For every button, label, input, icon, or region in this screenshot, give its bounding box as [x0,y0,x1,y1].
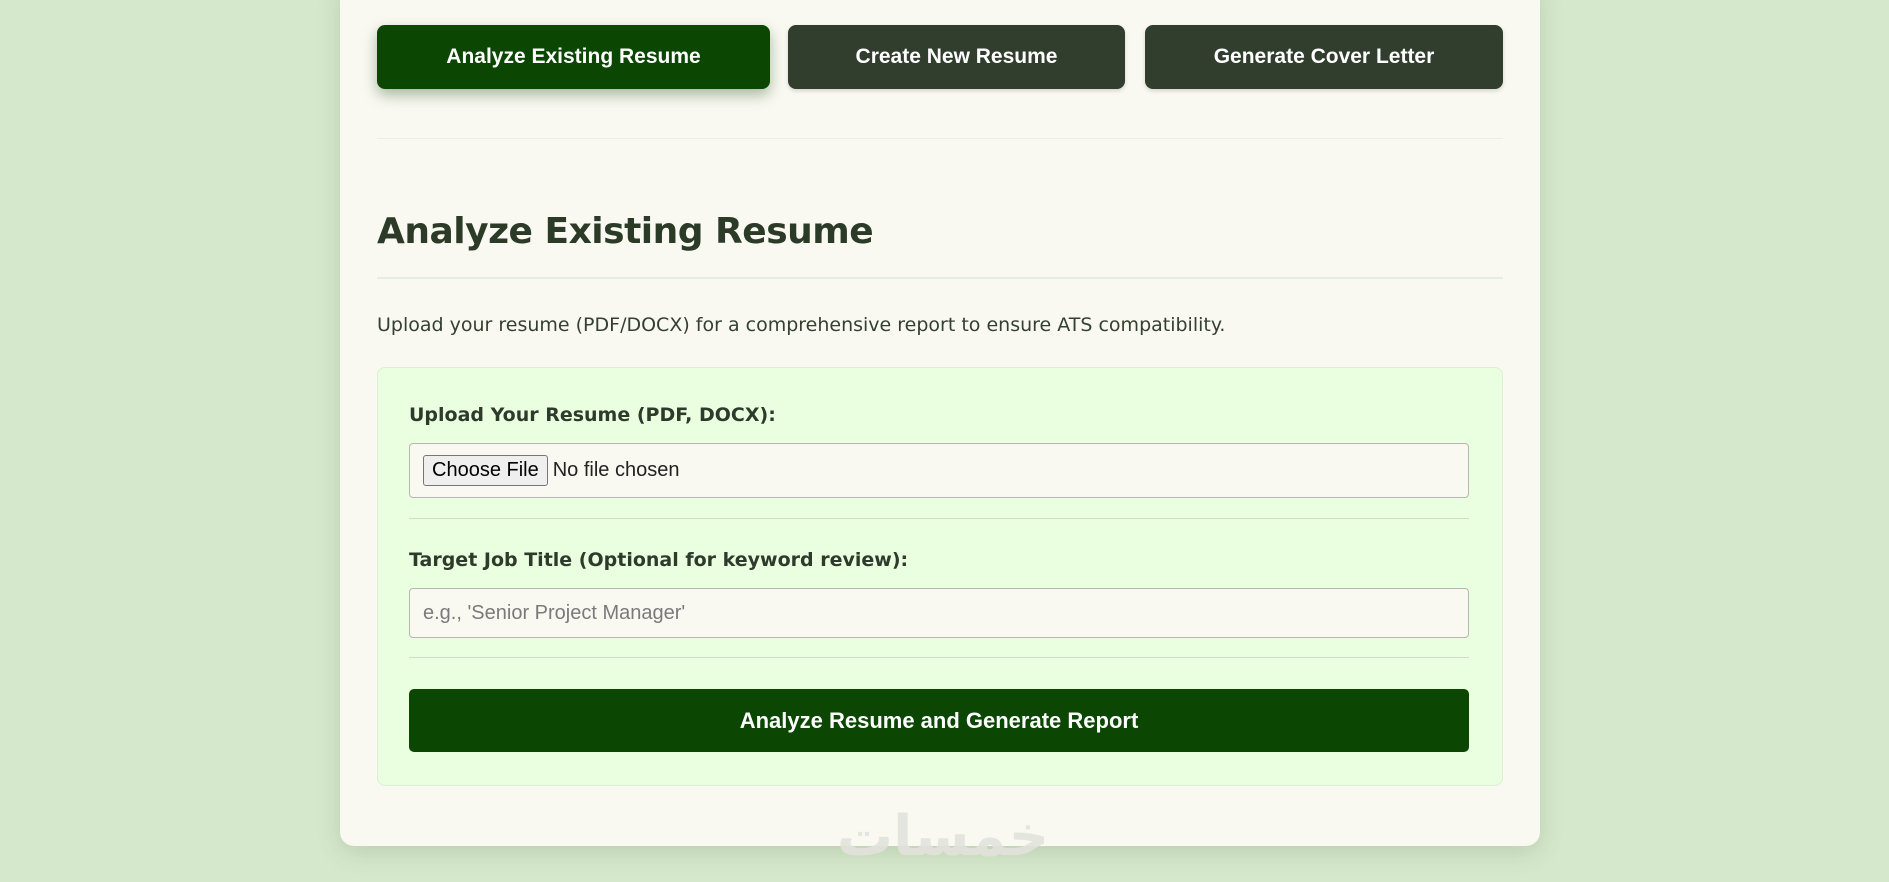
target-job-title-input[interactable] [409,588,1469,638]
resume-file-input[interactable]: Choose File No file chosen [409,443,1469,498]
target-job-title-label: Target Job Title (Optional for keyword r… [409,549,909,571]
tab-create-new-resume[interactable]: Create New Resume [788,25,1125,89]
choose-file-button[interactable]: Choose File [423,455,548,486]
field-divider [409,657,1469,658]
title-divider [377,277,1503,279]
upload-resume-label: Upload Your Resume (PDF, DOCX): [409,404,776,426]
section-description: Upload your resume (PDF/DOCX) for a comp… [377,314,1226,336]
analyze-resume-button[interactable]: Analyze Resume and Generate Report [409,689,1469,752]
section-title: Analyze Existing Resume [377,211,874,252]
watermark-logo: خمسات [836,812,1050,862]
file-status-text: No file chosen [552,459,680,481]
tabs-divider [377,138,1503,139]
tab-analyze-existing-resume[interactable]: Analyze Existing Resume [377,25,770,89]
mode-tabs: Analyze Existing Resume Create New Resum… [377,25,1503,89]
field-divider [409,518,1469,519]
tab-generate-cover-letter[interactable]: Generate Cover Letter [1145,25,1503,89]
